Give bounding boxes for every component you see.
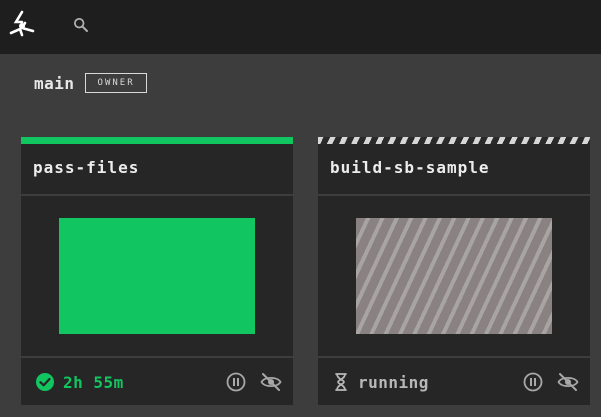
pipeline-card-header[interactable]: build-sb-sample [318,144,590,194]
owner-badge: OWNER [84,73,147,93]
pipeline-card-header[interactable]: pass-files [21,144,293,194]
pipeline-card-body[interactable] [21,196,293,356]
pipeline-status-bar [318,137,590,144]
pause-icon[interactable] [226,372,246,392]
eye-off-icon[interactable] [557,372,579,392]
eye-off-icon[interactable] [260,372,282,392]
pipeline-status-text: 2h 55m [63,372,124,392]
pipeline-card-footer: 2h 55m [21,358,293,405]
concourse-logo-icon[interactable] [6,9,38,41]
hourglass-icon [335,373,347,391]
search-icon[interactable] [73,17,89,33]
pipeline-card-pass-files[interactable]: pass-files 2h 55m [21,137,293,405]
team-name: main [34,73,75,93]
pipeline-status-text: running [358,372,429,392]
pipeline-status: 2h 55m [35,372,124,392]
pipeline-status: running [332,372,429,392]
pipeline-preview[interactable] [59,218,255,334]
pipeline-name[interactable]: build-sb-sample [330,158,490,177]
check-circle-icon [36,373,54,391]
pipeline-card-body[interactable] [318,196,590,356]
pipeline-name[interactable]: pass-files [33,158,139,177]
pipeline-card-footer: running [318,358,590,405]
top-bar [0,0,601,54]
team-header: main OWNER [34,72,147,94]
pipeline-card-build-sb-sample[interactable]: build-sb-sample running [318,137,590,405]
pause-icon[interactable] [523,372,543,392]
pipeline-status-bar [21,137,293,144]
pipeline-preview[interactable] [356,218,552,334]
